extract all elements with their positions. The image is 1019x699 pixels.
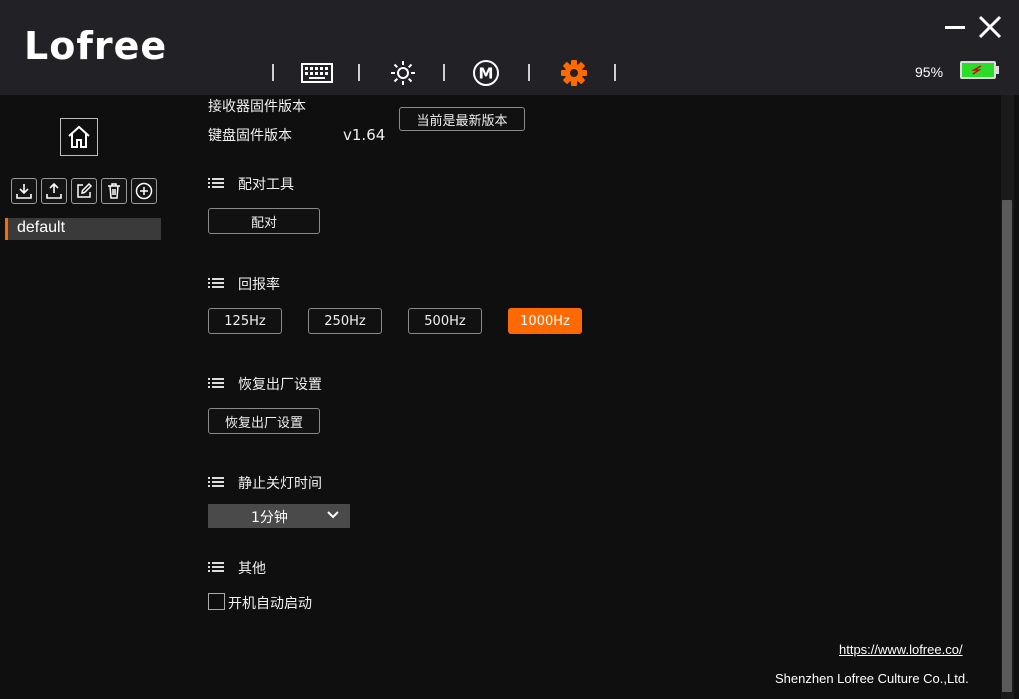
nav-separator [528,64,530,81]
edit-icon [77,182,93,198]
light-off-value: 1分钟 [251,510,288,526]
factory-reset-title: 恢复出厂设置 [238,377,322,393]
close-button[interactable] [975,12,1005,42]
chevron-down-icon [327,511,339,519]
battery-percent: 95% [915,64,944,80]
battery-icon [960,61,996,79]
light-off-title: 静止关灯时间 [238,476,322,492]
tab-macro[interactable]: M [470,58,502,88]
list-icon [208,278,224,288]
title-bar: Lofree M 95% [0,0,1019,95]
scrollbar-thumb[interactable] [1002,200,1012,692]
other-title: 其他 [238,561,266,577]
battery-tip [996,66,999,74]
autostart-label: 开机自动启动 [228,596,312,612]
minimize-button[interactable] [942,12,972,42]
macro-icon: M [473,60,499,86]
add-icon [135,182,153,200]
home-icon [68,125,90,148]
receiver-firmware-label: 接收器固件版本 [208,99,306,115]
company-name: Shenzhen Lofree Culture Co.,Ltd. [775,671,969,686]
lofree-logo: Lofree [24,24,168,68]
tab-settings[interactable] [558,58,590,88]
nav-separator [358,64,360,81]
factory-reset-button[interactable]: 恢复出厂设置 [208,408,320,434]
profile-label: default [17,219,66,236]
brightness-icon [391,61,415,85]
report-rate-125-button[interactable]: 125Hz [208,308,282,334]
nav-separator [614,64,616,81]
delete-icon [108,183,120,199]
pair-button[interactable]: 配对 [208,208,320,234]
home-button[interactable] [60,118,98,156]
report-rate-title: 回报率 [238,277,280,293]
report-rate-250-button[interactable]: 250Hz [308,308,382,334]
report-rate-1000-button[interactable]: 1000Hz [508,308,582,334]
firmware-update-button[interactable]: 当前是最新版本 [399,107,525,131]
keyboard-firmware-version: v1.64 [343,126,386,144]
close-icon [978,15,1002,39]
nav-separator [443,64,445,81]
autostart-checkbox[interactable] [208,593,225,610]
minimize-icon [945,26,965,29]
export-icon [46,182,62,199]
tab-keyboard[interactable] [301,58,333,88]
profile-item-default[interactable]: default [5,218,161,240]
pairing-title: 配对工具 [238,177,294,193]
list-icon [208,562,224,572]
light-off-select[interactable]: 1分钟 [208,504,350,528]
edit-profile-button[interactable] [71,178,97,204]
keyboard-firmware-label: 键盘固件版本 [208,128,292,144]
delete-profile-button[interactable] [101,178,127,204]
nav-separator [272,64,274,81]
tab-lighting[interactable] [387,58,419,88]
import-icon [16,184,32,199]
list-icon [208,378,224,388]
settings-icon [561,60,587,86]
add-profile-button[interactable] [131,178,157,204]
keyboard-icon [301,63,333,83]
website-link[interactable]: https://www.lofree.co/ [839,642,963,657]
report-rate-500-button[interactable]: 500Hz [408,308,482,334]
svg-text:M: M [479,65,494,83]
list-icon [208,178,224,188]
import-profile-button[interactable] [11,178,37,204]
list-icon [208,477,224,487]
export-profile-button[interactable] [41,178,67,204]
